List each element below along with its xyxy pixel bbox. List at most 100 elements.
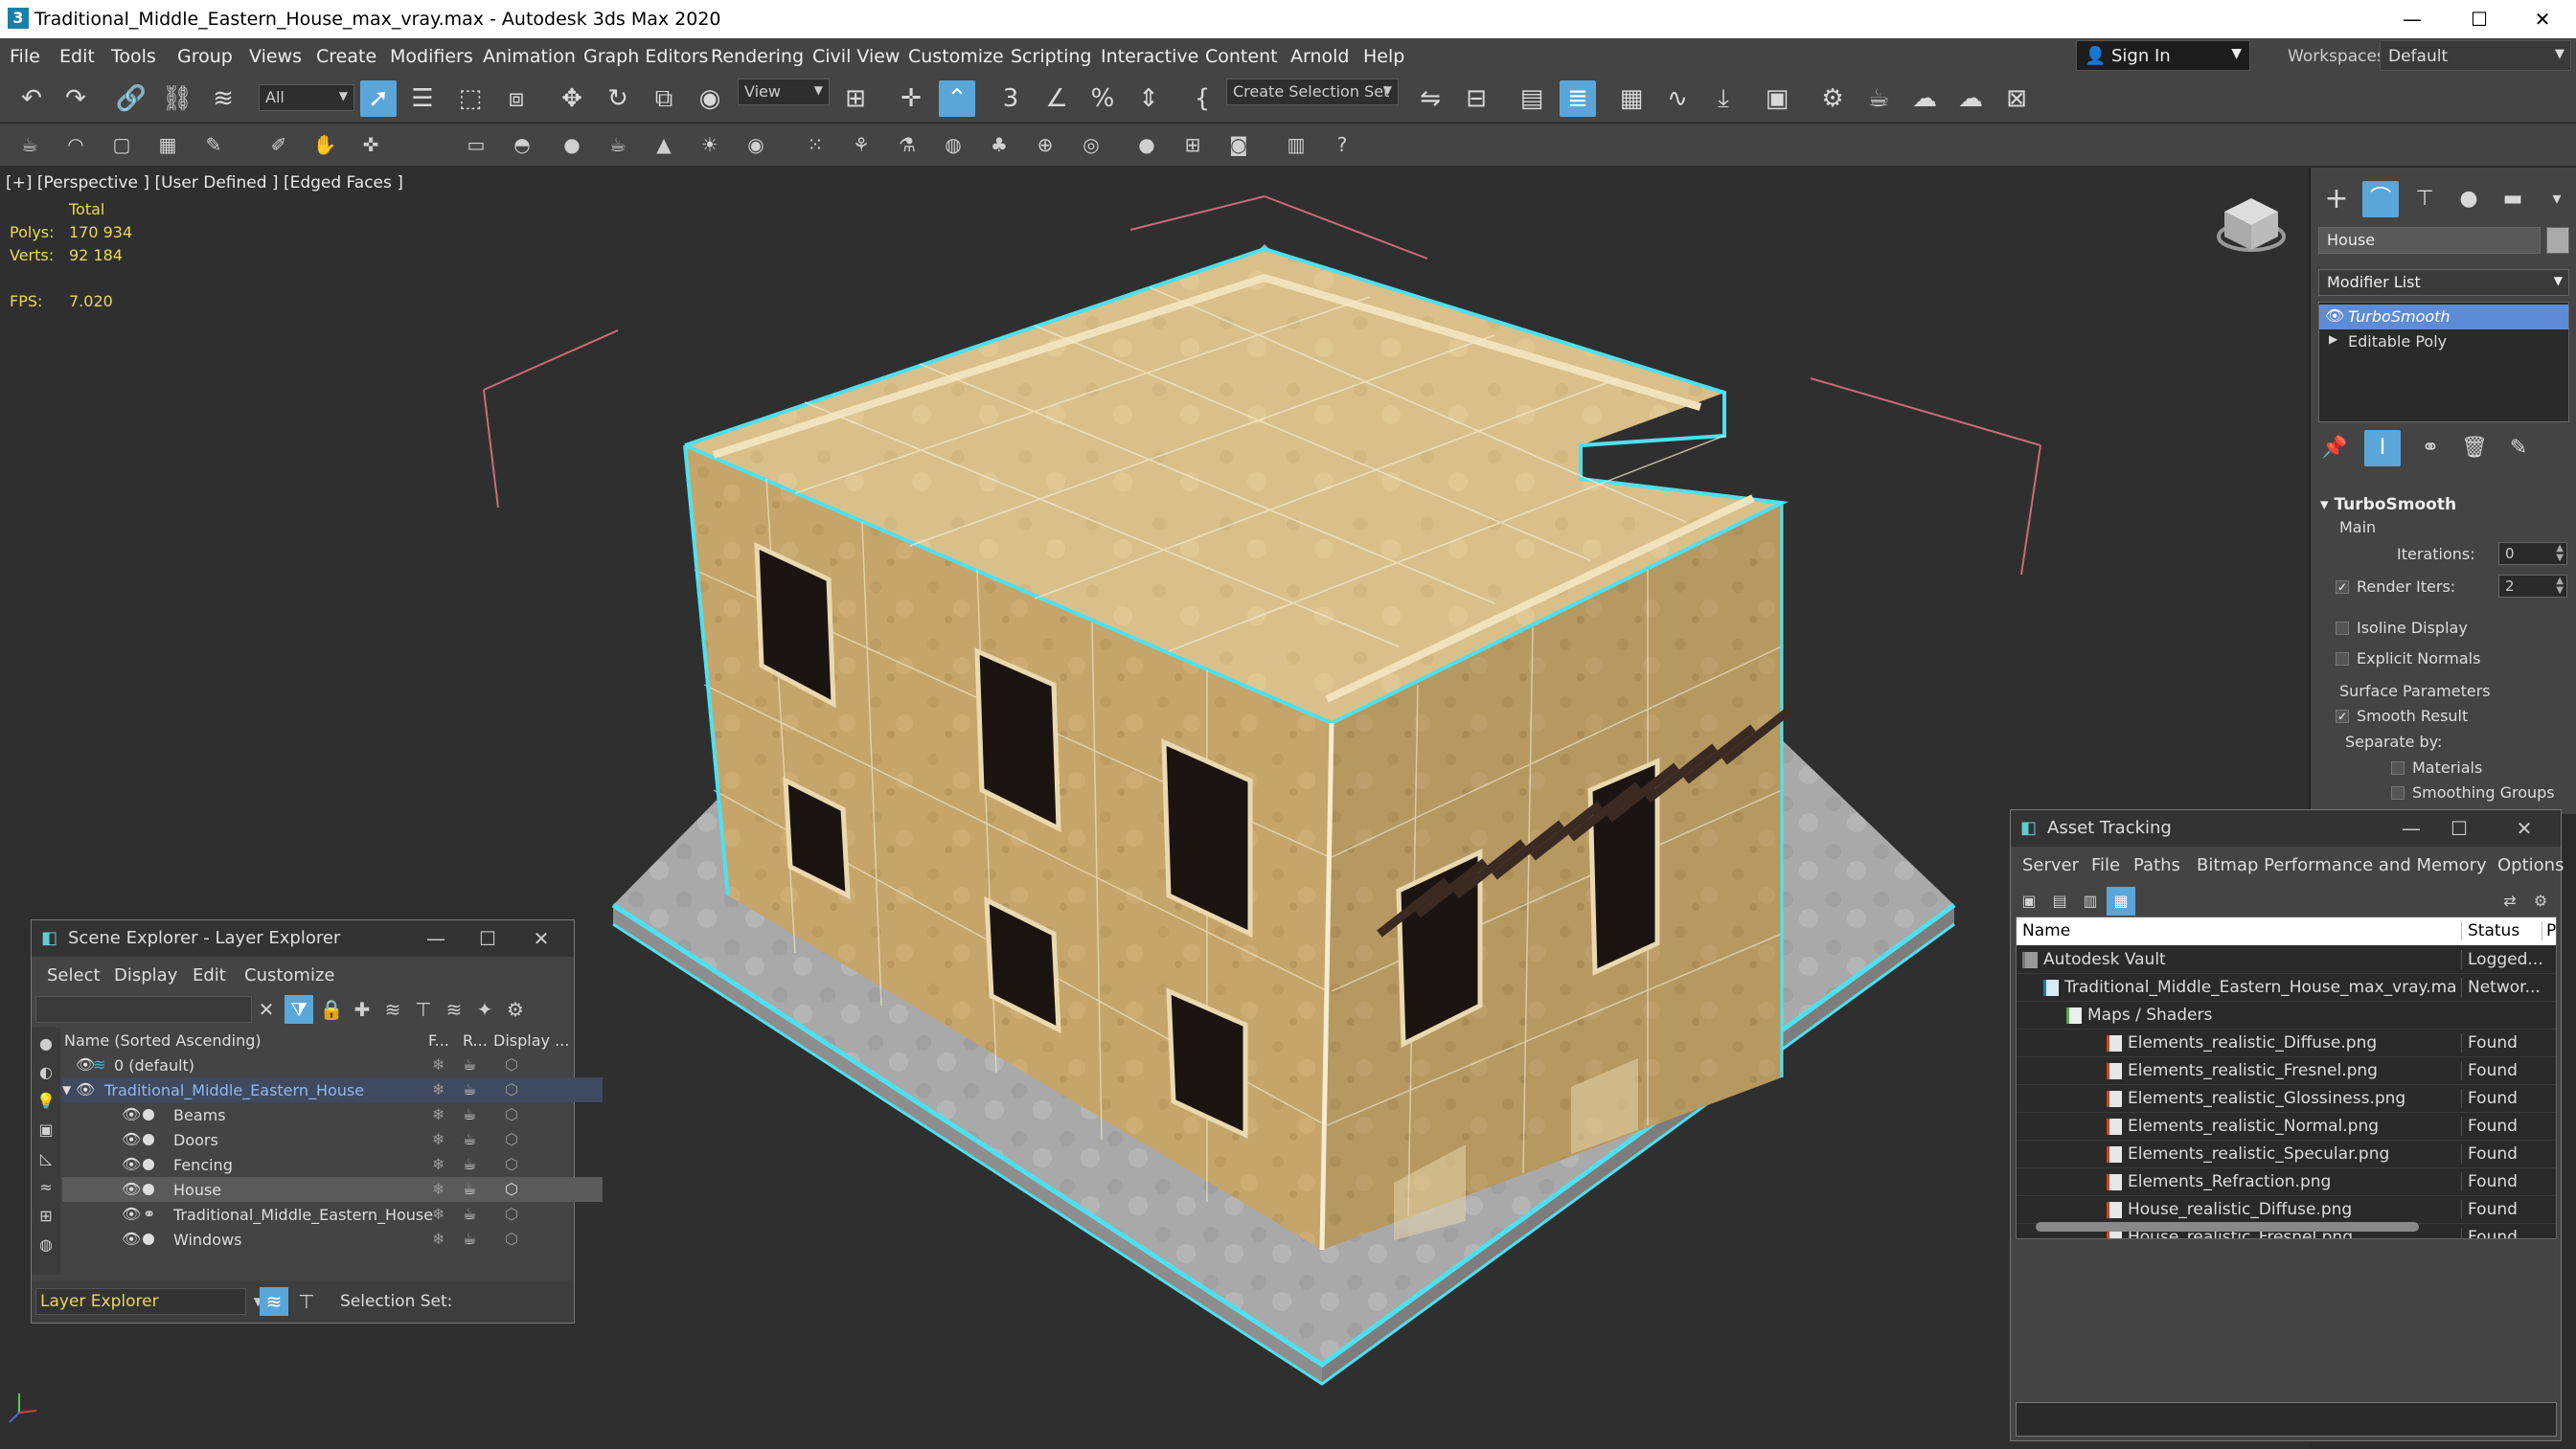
spacewarps-filter-icon[interactable]: ≈ [32,1173,60,1202]
environment-icon[interactable]: ◍ [939,130,968,159]
reference-coordinate-dropdown[interactable]: View ▼ [738,79,830,105]
eye-icon[interactable]: 👁 [122,1230,141,1248]
viewport-label[interactable]: [+] [Perspective ] [User Defined ] [Edge… [6,173,403,192]
vray-material-icon[interactable]: ● [1132,130,1161,159]
render-teapot-icon[interactable]: ☕ [463,1105,476,1123]
object-row[interactable]: 👁 Fencing ❄ ☕ ⬡ [62,1152,603,1177]
asset-row[interactable]: Elements_realistic_Normal.png Found [2017,1113,2556,1141]
display-box-icon[interactable]: ⬡ [505,1080,518,1098]
close-button[interactable]: ✕ [2512,4,2573,34]
lights-filter-icon[interactable]: 💡 [32,1087,60,1116]
placement-icon[interactable]: ◉ [692,80,728,117]
display-box-icon[interactable]: ⬡ [505,1130,518,1148]
toggle-ribbon-icon[interactable]: ▦ [1613,80,1650,117]
chevron-down-icon[interactable]: ▼ [62,1083,71,1097]
motion-tab-icon[interactable]: ● [2451,181,2487,217]
menu-content[interactable]: Content [1205,46,1278,67]
mirror-icon[interactable]: ⇋ [1412,80,1448,117]
display-box-icon[interactable]: ⬡ [505,1230,518,1248]
align-icon[interactable]: ⊟ [1458,80,1494,117]
tree-view-icon[interactable]: ▥ [2076,887,2105,916]
bind-space-warp-icon[interactable]: ≋ [205,80,241,117]
asset-row[interactable]: Autodesk Vault Logged... [2017,946,2556,974]
window-crossing-icon[interactable]: ⧈ [498,80,535,117]
modifier-list-dropdown[interactable]: Modifier List ▼ [2318,269,2569,296]
menu-modifiers[interactable]: Modifiers [390,46,473,67]
asset-row[interactable]: Elements_realistic_Diffuse.png Found [2017,1030,2556,1057]
render-teapot-icon[interactable]: ☕ [463,1230,476,1248]
teapot-icon[interactable]: ☕ [15,130,44,159]
se-column-name[interactable]: Name (Sorted Ascending) [64,1031,262,1050]
brush-icon[interactable]: ✐ [264,130,293,159]
object-row[interactable]: 👁 ⚭ Traditional_Middle_Eastern_House ❄ ☕ ⬡ [62,1202,603,1227]
se-search-input[interactable] [35,996,252,1023]
helpers-filter-icon[interactable]: ◺ [32,1144,60,1173]
cameras-filter-icon[interactable]: ▣ [32,1116,60,1144]
render-teapot-icon[interactable]: ☕ [463,1055,476,1074]
se-menu-customize[interactable]: Customize [244,965,334,985]
eye-icon[interactable]: 👁 [2325,306,2344,325]
menu-file[interactable]: File [10,46,40,67]
named-selection-set-dropdown[interactable]: Create Selection Set ▼ [1226,79,1399,105]
curve-editor-icon[interactable]: ∿ [1659,80,1696,117]
workspace-dropdown[interactable]: Default ▼ [2380,40,2571,71]
select-object-icon[interactable]: ➚ [360,80,397,117]
geometry-filter-icon[interactable]: ● [32,1030,60,1058]
eye-icon[interactable]: 👁 [122,1180,141,1198]
menu-views[interactable]: Views [249,46,302,67]
percent-snap-icon[interactable]: % [1084,80,1121,117]
render-teapot-icon[interactable]: ☕ [463,1130,476,1148]
column-status[interactable]: Status [2461,921,2519,940]
clear-search-icon[interactable]: ✕ [252,995,281,1024]
menu-scripting[interactable]: Scripting [1011,46,1092,67]
toggle-layer-explorer-icon[interactable]: ≣ [1560,80,1596,117]
snaps-toggle-icon[interactable]: 3 [992,80,1029,117]
freeze-icon[interactable]: ❄ [432,1230,445,1248]
fur-icon[interactable]: ⚘ [847,130,876,159]
spinner-arrows-icon[interactable]: ▲ ▼ [2556,577,2564,596]
omni-light-icon[interactable]: ◉ [741,130,770,159]
object-row[interactable]: 👁 Doors ❄ ☕ ⬡ [62,1127,603,1152]
se-column-display[interactable]: Display ... [493,1031,569,1050]
hierarchy-tab-icon[interactable]: ⊤ [2406,181,2443,217]
pin-stack-icon[interactable]: 📌 [2316,430,2353,466]
show-end-result-icon[interactable]: Ⅰ [2364,430,2401,466]
select-manipulate-icon[interactable]: ✛ [893,80,929,117]
object-row-selected[interactable]: 👁 House ❄ ☕ ⬡ [62,1177,603,1202]
modify-tab-icon[interactable]: ⌒ [2362,181,2399,217]
menu-tools[interactable]: Tools [111,46,156,67]
plane-icon[interactable]: ▭ [462,130,490,159]
at-menu-bitmap-performance[interactable]: Bitmap Performance and Memory [2197,855,2487,875]
eye-icon[interactable]: 👁 [122,1130,141,1148]
at-menu-file[interactable]: File [2091,855,2120,875]
menu-group[interactable]: Group [177,46,233,67]
angle-snap-icon[interactable]: ∠ [1038,80,1075,117]
column-name[interactable]: Name [2022,921,2070,940]
schematic-view-icon[interactable]: ⤓ [1705,80,1742,117]
iterations-spinner[interactable]: 0 ▲ ▼ [2498,542,2567,565]
layer-explorer-toggle-icon[interactable]: ≋ [260,1287,288,1316]
groups-filter-icon[interactable]: ⊞ [32,1202,60,1231]
se-column-frozen[interactable]: F... [428,1031,449,1050]
render-teapot-icon[interactable]: ☕ [463,1155,476,1173]
layer-row[interactable]: 👁 ≋ 0 (default) ❄ ☕ ⬡ [62,1053,603,1077]
freeze-icon[interactable]: ❄ [432,1055,445,1074]
spinner-arrows-icon[interactable]: ▲ ▼ [2556,544,2564,563]
se-column-render[interactable]: R... [463,1031,488,1050]
scene-converter-icon[interactable]: ⊞ [1178,130,1207,159]
se-menu-display[interactable]: Display [114,965,177,985]
pan-icon[interactable]: ✋ [310,130,339,159]
at-menu-options[interactable]: Options [2497,855,2564,875]
display-box-icon[interactable]: ⬡ [505,1180,518,1198]
render-iters-checkbox[interactable]: ✓ [2336,580,2349,594]
display-box-icon[interactable]: ⬡ [505,1205,518,1223]
horizontal-scrollbar[interactable] [2036,1222,2419,1232]
connect-icon[interactable]: ⇄ [2496,887,2524,916]
rotate-icon[interactable]: ↻ [600,80,636,117]
render-in-cloud-icon[interactable]: ☁ [1952,80,1989,117]
column-p[interactable]: P [2542,921,2556,940]
plant-icon[interactable]: ♣ [985,130,1014,159]
material-editor-icon[interactable]: ▣ [1759,80,1795,117]
scale-icon[interactable]: ⧉ [646,80,682,117]
minimize-button[interactable]: — [417,926,455,953]
